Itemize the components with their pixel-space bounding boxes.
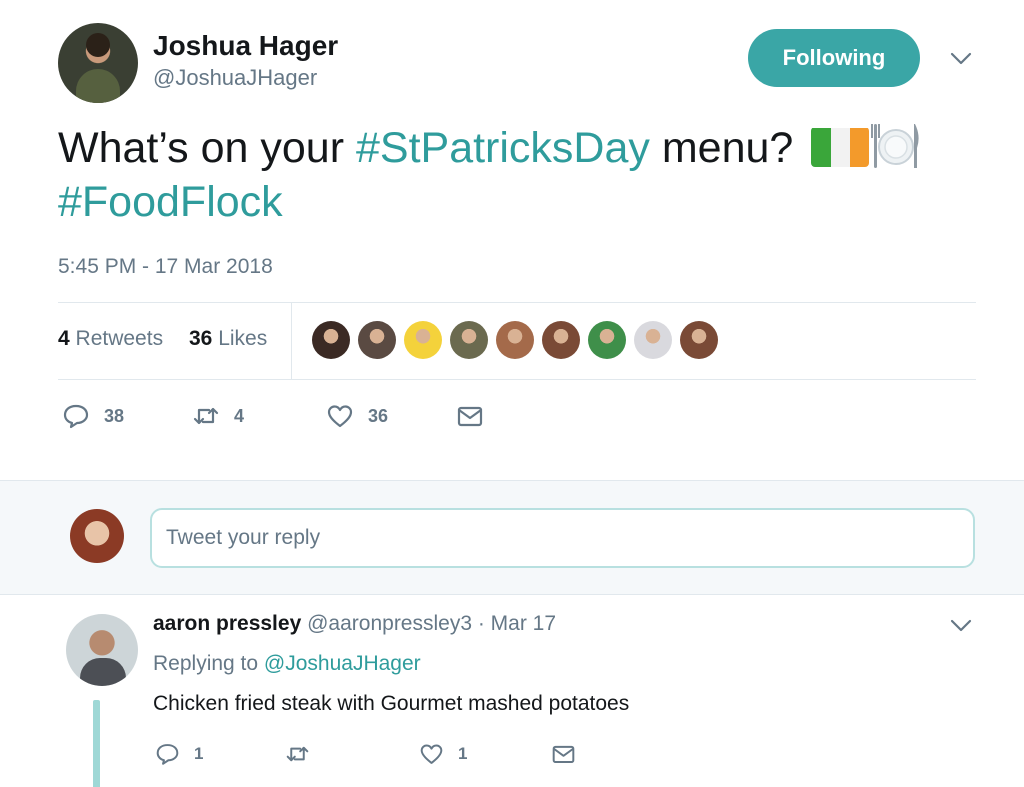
reply-date[interactable]: · Mar 17 (478, 612, 556, 635)
divider (58, 379, 976, 380)
reply-button[interactable]: 1 (155, 739, 203, 769)
tweet-text-part: What’s on your (58, 124, 356, 172)
liker-avatar[interactable] (634, 321, 672, 359)
like-count: 36 (368, 405, 389, 426)
reply-text: Chicken fried steak with Gourmet mashed … (153, 692, 630, 715)
liker-avatar[interactable] (588, 321, 626, 359)
retweets-stat[interactable]: 4 Retweets (58, 327, 163, 351)
replying-to-mention[interactable]: @JoshuaJHager (264, 652, 421, 675)
like-icon (420, 744, 443, 764)
retweet-icon (193, 407, 219, 425)
reply-button[interactable]: 38 (62, 398, 124, 434)
reply-composer (0, 480, 1024, 595)
chevron-down-icon[interactable] (950, 615, 972, 637)
retweet-button[interactable] (285, 739, 310, 769)
author-handle[interactable]: @JoshuaJHager (153, 65, 317, 91)
following-button[interactable]: Following (748, 29, 920, 87)
message-button[interactable] (551, 739, 576, 769)
thread-line (93, 700, 100, 787)
reply-icon (63, 404, 89, 429)
message-button[interactable] (456, 398, 484, 434)
reply-count: 1 (194, 744, 204, 763)
like-icon (327, 405, 353, 428)
like-button[interactable]: 36 (326, 398, 388, 434)
tweet-timestamp[interactable]: 5:45 PM - 17 Mar 2018 (58, 255, 273, 279)
chevron-down-icon[interactable] (950, 48, 972, 70)
engagement-stats: 4 Retweets 36 Likes (58, 303, 976, 379)
message-icon (552, 745, 575, 764)
tweet-text-part: menu? (649, 124, 806, 172)
tweet-text: What’s on your #StPatricksDay menu? #Foo… (58, 118, 978, 229)
liker-avatar[interactable] (542, 321, 580, 359)
reply-icon (156, 744, 179, 765)
hashtag-stpatricksday[interactable]: #StPatricksDay (356, 124, 650, 172)
retweet-button[interactable]: 4 (192, 398, 244, 434)
liker-avatar[interactable] (312, 321, 350, 359)
replying-prefix: Replying to (153, 652, 264, 675)
current-user-avatar[interactable] (70, 509, 124, 563)
reply-header: aaron pressley @aaronpressley3 · Mar 17 (153, 612, 556, 636)
like-button[interactable]: 1 (419, 739, 467, 769)
reply-count: 38 (104, 405, 125, 426)
message-icon (457, 406, 483, 427)
main-tweet: Joshua Hager @JoshuaJHager Following Wha… (0, 0, 1024, 480)
liker-avatars (312, 321, 718, 361)
divider (291, 303, 292, 379)
ireland-flag-icon (811, 127, 870, 167)
liker-avatar[interactable] (404, 321, 442, 359)
reply-author-avatar[interactable] (66, 614, 138, 686)
liker-avatar[interactable] (358, 321, 396, 359)
reply-author-name[interactable]: aaron pressley (153, 612, 301, 635)
retweet-icon (286, 746, 309, 762)
liker-avatar[interactable] (450, 321, 488, 359)
liker-avatar[interactable] (680, 321, 718, 359)
likes-stat[interactable]: 36 Likes (189, 327, 267, 351)
retweet-count: 4 (234, 405, 245, 426)
reply-author-handle[interactable]: @aaronpressley3 (307, 612, 472, 635)
replying-to: Replying to @JoshuaJHager (153, 652, 421, 676)
author-name[interactable]: Joshua Hager (153, 30, 338, 62)
author-avatar[interactable] (58, 23, 138, 103)
hashtag-foodflock[interactable]: #FoodFlock (58, 178, 283, 226)
reply-input[interactable] (150, 508, 975, 568)
fork-knife-plate-icon (869, 118, 923, 172)
reply-tweet: aaron pressley @aaronpressley3 · Mar 17 … (0, 596, 1024, 787)
liker-avatar[interactable] (496, 321, 534, 359)
like-count: 1 (458, 744, 468, 763)
